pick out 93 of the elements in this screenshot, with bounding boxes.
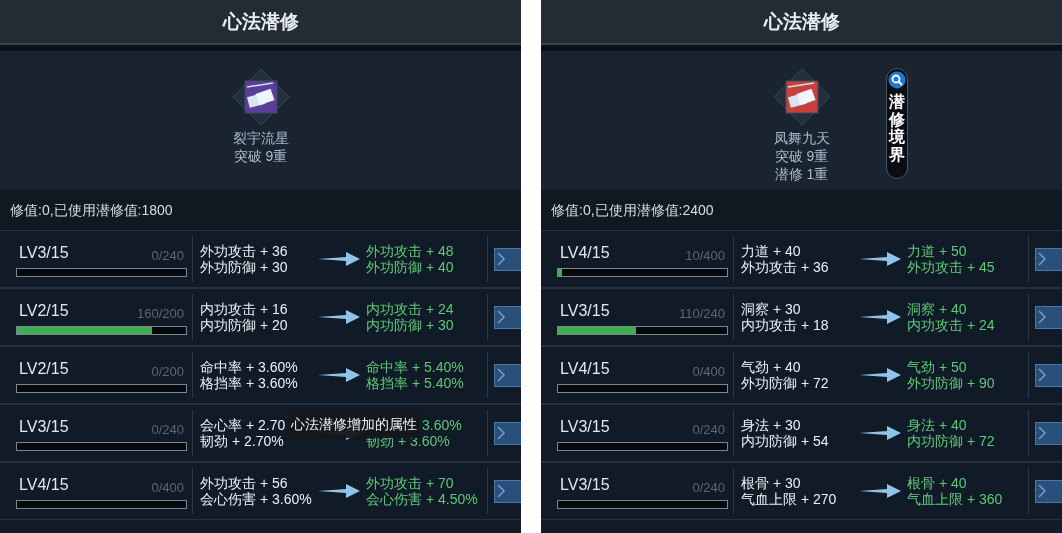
chevron-icon	[1038, 484, 1047, 498]
level-label: LV3/15	[19, 243, 69, 263]
level-label: LV3/15	[19, 417, 69, 437]
window-title: 心法潜修	[763, 9, 840, 35]
skill-stage: 潜修 1重	[774, 165, 829, 183]
skill-name: 凤舞九天	[773, 129, 830, 147]
current-stat: 气血上限 + 270	[741, 491, 837, 507]
next-stat: 格挡率 + 5.40%	[366, 375, 464, 391]
current-stat: 内功防御 + 54	[741, 433, 829, 449]
progress-count: 0/240	[692, 478, 725, 497]
next-stat: 外功防御 + 40	[366, 259, 454, 275]
current-stat: 会心率 + 2.70	[200, 417, 286, 433]
current-stat: 内功攻击 + 18	[741, 317, 829, 333]
progress-count: 0/240	[151, 246, 184, 265]
progress-count: 110/240	[678, 304, 725, 323]
next-stat: 内功防御 + 30	[366, 317, 454, 333]
current-stat: 外功攻击 + 36	[741, 259, 829, 275]
progress-count: 10/400	[685, 246, 725, 265]
current-stat: 格挡率 + 3.60%	[200, 375, 298, 391]
level-label: LV2/15	[19, 359, 69, 379]
chevron-icon	[497, 426, 506, 440]
next-stat: 洞察 + 40	[907, 301, 967, 317]
level-label: LV4/15	[560, 243, 610, 263]
next-stat: 身法 + 40	[907, 417, 967, 433]
upgrade-button[interactable]	[494, 363, 521, 387]
chevron-icon	[1038, 252, 1047, 266]
next-stat: 3.60%	[422, 417, 462, 433]
current-stat: 外功攻击 + 36	[200, 243, 288, 259]
upgrade-button[interactable]	[1035, 479, 1062, 503]
next-stat: 内功防御 + 72	[907, 433, 995, 449]
chevron-icon	[1038, 426, 1047, 440]
points-summary: 修值:0,已使用潜修值:2400	[551, 200, 714, 220]
current-stat: 内功攻击 + 16	[200, 301, 288, 317]
next-stat: 外功攻击 + 70	[366, 475, 454, 491]
tooltip: 心法潜修增加的属性	[288, 411, 420, 438]
level-label: LV3/15	[560, 417, 610, 437]
chevron-icon	[497, 484, 506, 498]
upgrade-button[interactable]	[494, 421, 521, 445]
next-stat: 根骨 + 40	[907, 475, 967, 491]
level-label: LV3/15	[560, 475, 610, 495]
level-label: LV4/15	[19, 475, 69, 495]
skill-name: 裂宇流星	[232, 129, 289, 147]
skill-stage: 突破 9重	[233, 147, 288, 165]
next-stat: 力道 + 50	[907, 243, 967, 259]
current-stat: 洞察 + 30	[741, 301, 801, 317]
chevron-icon	[1038, 310, 1047, 324]
current-stat: 外功防御 + 30	[200, 259, 288, 275]
next-stat: 外功防御 + 90	[907, 375, 995, 391]
current-stat: 内功防御 + 20	[200, 317, 288, 333]
upgrade-button[interactable]	[1035, 363, 1062, 387]
skill-stage: 突破 9重	[774, 147, 829, 165]
progress-count: 0/400	[692, 362, 725, 381]
next-stat: 外功攻击 + 45	[907, 259, 995, 275]
upgrade-button[interactable]	[494, 479, 521, 503]
current-stat: 身法 + 30	[741, 417, 801, 433]
points-summary: 修值:0,已使用潜修值:1800	[10, 200, 173, 220]
upgrade-button[interactable]	[1035, 247, 1062, 271]
chevron-icon	[497, 368, 506, 382]
chevron-icon	[497, 252, 506, 266]
current-stat: 力道 + 40	[741, 243, 801, 259]
book-icon[interactable]	[232, 69, 289, 125]
current-stat: 韧劲 + 2.70%	[200, 433, 284, 449]
next-stat: 外功攻击 + 48	[366, 243, 454, 259]
upgrade-button[interactable]	[1035, 305, 1062, 329]
progress-count: 0/200	[151, 362, 184, 381]
next-stat: 气劲 + 50	[907, 359, 967, 375]
next-stat: 会心伤害 + 4.50%	[366, 491, 478, 507]
chevron-icon	[497, 310, 506, 324]
chevron-icon	[1038, 368, 1047, 382]
level-label: LV2/15	[19, 301, 69, 321]
progress-count: 0/240	[692, 420, 725, 439]
progress-count: 0/240	[151, 420, 184, 439]
current-stat: 会心伤害 + 3.60%	[200, 491, 312, 507]
level-label: LV3/15	[560, 301, 610, 321]
current-stat: 外功防御 + 72	[741, 375, 829, 391]
upgrade-button[interactable]	[494, 305, 521, 329]
next-stat: 内功攻击 + 24	[366, 301, 454, 317]
progress-count: 160/200	[137, 304, 184, 323]
search-icon	[888, 71, 906, 89]
next-stat: 内功攻击 + 24	[907, 317, 995, 333]
progress-count: 0/400	[151, 478, 184, 497]
level-label: LV4/15	[560, 359, 610, 379]
realm-button[interactable]: 潜修境界	[886, 68, 908, 179]
window-title: 心法潜修	[222, 9, 299, 35]
next-stat: 气血上限 + 360	[907, 491, 1003, 507]
current-stat: 根骨 + 30	[741, 475, 801, 491]
current-stat: 外功攻击 + 56	[200, 475, 288, 491]
current-stat: 命中率 + 3.60%	[200, 359, 298, 375]
upgrade-button[interactable]	[494, 247, 521, 271]
current-stat: 气劲 + 40	[741, 359, 801, 375]
upgrade-button[interactable]	[1035, 421, 1062, 445]
book-icon[interactable]	[773, 69, 830, 125]
next-stat: 命中率 + 5.40%	[366, 359, 464, 375]
